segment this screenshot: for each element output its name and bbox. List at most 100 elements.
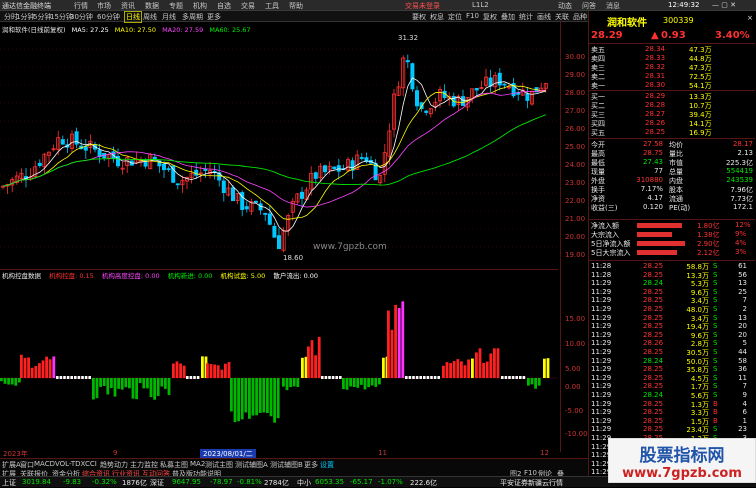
clock: 12:49:32 [668, 1, 700, 9]
menu-topic[interactable]: 专题 [169, 1, 183, 11]
tb-right-2[interactable]: 定位 [448, 12, 462, 22]
flow-bar [637, 241, 685, 246]
period-more[interactable]: 更多 [207, 12, 221, 22]
ind-bar-control [460, 361, 463, 378]
menu-help[interactable]: 帮助 [289, 1, 303, 11]
quote-val: 27.58 [642, 140, 663, 148]
book-row[interactable]: 买四 28.26 14.1万 [589, 119, 755, 128]
tb-right-4[interactable]: 复权 [483, 12, 497, 22]
tick-time: 11:29 [591, 348, 612, 356]
tick-price: 28.26 [643, 339, 664, 348]
tick-flag: S [713, 339, 718, 348]
ind-bar-new [106, 378, 110, 395]
tb-right-6[interactable]: 统计 [519, 12, 533, 22]
menu-trade[interactable]: 交易 [241, 1, 255, 11]
indicator-chart[interactable] [0, 269, 558, 449]
tick-count: 11 [738, 373, 747, 382]
link-dynamic[interactable]: 动态 [558, 1, 572, 11]
ind-bar-control [20, 354, 23, 378]
candle-down [322, 165, 327, 173]
period-5m[interactable]: 5分钟 [33, 12, 51, 22]
tb-right-5[interactable]: 叠加 [501, 12, 515, 22]
ind-bar-control [307, 346, 310, 378]
tick-flag: S [713, 330, 718, 339]
tick-price: 28.25 [643, 296, 664, 305]
tb-right-1[interactable]: 权息 [430, 12, 444, 22]
period-multi[interactable]: 多周期 [182, 12, 203, 22]
period-30m[interactable]: 30分钟 [70, 12, 93, 22]
candlestick-chart[interactable]: 31.32 18.60 www.7gpzb.com [0, 22, 558, 269]
candle-down [253, 200, 258, 203]
menu-news[interactable]: 资讯 [121, 1, 135, 11]
ind-bar-retail [189, 376, 193, 379]
menu-tools[interactable]: 工具 [265, 1, 279, 11]
ind-bar-new [233, 378, 237, 423]
tick-price: 28.25 [643, 287, 664, 296]
quote-val: 2.13 [737, 149, 753, 157]
tick-time: 11:29 [591, 322, 612, 331]
ind-bar-retail [522, 376, 526, 379]
ind-bar-retail [426, 376, 430, 379]
menu-quote[interactable]: 行情 [74, 1, 88, 11]
ind-bar-new [153, 378, 156, 400]
close-icon[interactable]: × [747, 14, 753, 22]
tick-price: 28.25 [643, 365, 664, 374]
book-row[interactable]: 买二 28.28 10.7万 [589, 101, 755, 110]
ind-bar-retail [324, 376, 328, 379]
tb-right-7[interactable]: 画线 [537, 12, 551, 22]
ind-bar-retail [186, 376, 189, 379]
price-tick: 23.00 [565, 179, 586, 187]
ind-bar-new [135, 378, 138, 400]
menu-data[interactable]: 数据 [145, 1, 159, 11]
book-row[interactable]: 卖四 28.33 44.8万 [589, 54, 755, 63]
tb-right-3[interactable]: F10 [466, 12, 479, 20]
quote-val: 28.75 [642, 149, 663, 157]
link-msg[interactable]: 消息 [606, 1, 620, 11]
menu-market[interactable]: 市场 [97, 1, 111, 11]
period-week[interactable]: 周线 [143, 12, 157, 22]
ind-bar-new [527, 378, 530, 386]
book-price: 28.33 [645, 54, 666, 62]
ind-bar-retail [56, 376, 59, 379]
ind-bar-control [317, 336, 321, 378]
tick-count: 7 [742, 382, 747, 391]
menu-inst[interactable]: 机构 [193, 1, 207, 11]
tb-right-8[interactable]: 关联 [555, 12, 569, 22]
book-row[interactable]: 卖二 28.31 72.5万 [589, 72, 755, 81]
candle-down [263, 212, 268, 215]
period-month[interactable]: 月线 [162, 12, 176, 22]
ind-control: 机构控盘: 0.15 [49, 272, 94, 280]
ind-bar-new [10, 378, 14, 385]
ind-high-control: 机构高度控盘: 0.00 [101, 272, 160, 280]
menu-fav[interactable]: 自选 [217, 1, 231, 11]
tb-right-0[interactable]: 要权 [412, 12, 426, 22]
tb-right-9[interactable]: 品种 [573, 12, 587, 22]
period-1m[interactable]: 1分钟 [16, 12, 34, 22]
book-row[interactable]: 卖一 28.30 54.1万 [589, 81, 755, 90]
period-60m[interactable]: 60分钟 [97, 12, 120, 22]
book-row[interactable]: 卖五 28.34 47.3万 [589, 45, 755, 54]
tick-price: 28.25 [643, 330, 664, 339]
candle-down [359, 157, 364, 159]
login-status[interactable]: 交易未登录 [405, 1, 440, 11]
tick-time: 11:29 [591, 416, 612, 425]
ind-bar-new [296, 378, 300, 387]
ind-bar-new [367, 378, 370, 388]
window-controls[interactable]: — ▢ ✕ [712, 1, 736, 9]
link-qa[interactable]: 问答 [582, 1, 596, 11]
tick-price: 28.25 [643, 262, 664, 270]
book-row[interactable]: 买五 28.25 16.9万 [589, 128, 755, 137]
ind-bar-retail [419, 376, 422, 379]
watermark-brand: 股票指标网 [639, 446, 725, 466]
book-price: 28.31 [645, 72, 666, 80]
tab-cci[interactable]: CCI [83, 460, 99, 468]
quote-grid: 今开 27.58 均价 28.17 最高 28.75 量比 2.13 最低 27… [589, 138, 755, 213]
ind-bar-new [102, 378, 106, 386]
book-row[interactable]: 买三 28.27 39.4万 [589, 110, 755, 119]
ind-retail-out: 散户流出: 0.00 [273, 272, 319, 280]
book-row[interactable]: 买一 28.29 13.3万 [589, 92, 755, 101]
flow-row: 净流入额 1.80亿 12% [589, 221, 755, 230]
flow-pct: 4% [735, 239, 747, 247]
tick-time: 11:29 [591, 356, 612, 365]
book-row[interactable]: 卖三 28.32 47.3万 [589, 63, 755, 72]
